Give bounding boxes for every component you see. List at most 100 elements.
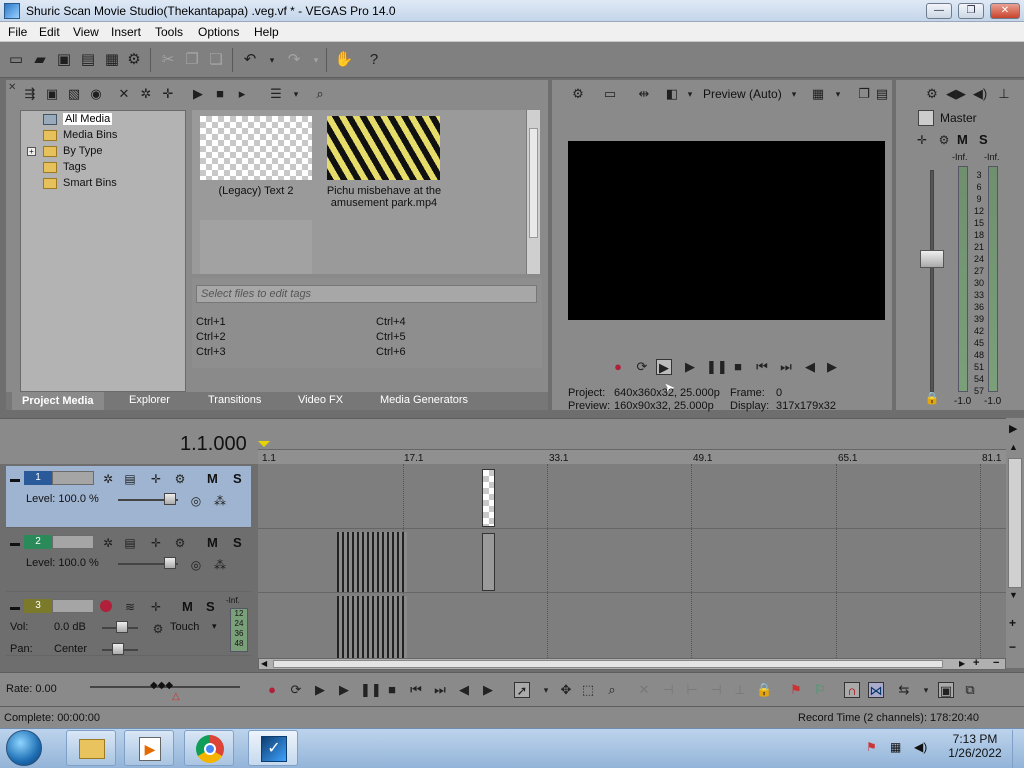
touch-dropdown-icon[interactable]: ▾ (212, 621, 217, 632)
track-1-name[interactable] (52, 471, 94, 485)
search-icon[interactable]: ⌕ (310, 84, 330, 104)
track-fx-icon[interactable]: ▤ (120, 533, 140, 553)
fader-lock-icon[interactable]: 🔒 (922, 388, 942, 408)
tab-transitions[interactable]: Transitions (208, 394, 261, 406)
overlays-dropdown-icon[interactable]: ▾ (828, 84, 848, 104)
track-2-mute-button[interactable]: M (207, 535, 218, 550)
tab-media-generators[interactable]: Media Generators (380, 394, 468, 406)
text-event-clip[interactable] (482, 469, 495, 527)
track-fx-icon[interactable]: ▤ (120, 469, 140, 489)
media-fx-icon[interactable]: ✲ (136, 84, 156, 104)
start-button[interactable] (6, 730, 42, 766)
open-folder-icon[interactable]: ▰ (30, 50, 50, 70)
mixer-properties-icon[interactable]: ⚙ (922, 84, 942, 104)
tree-media-bins[interactable]: Media Bins (43, 129, 117, 141)
auto-preview-icon[interactable]: ▸ (232, 84, 252, 104)
auto-crossfade-icon[interactable]: ⋈ (868, 682, 884, 698)
scroll-up-icon[interactable]: ▲ (1009, 442, 1021, 454)
snapping-icon[interactable]: ∩ (844, 682, 860, 698)
external-monitor-icon[interactable]: ▭ (600, 84, 620, 104)
scroll-right-icon[interactable]: ▶ (959, 659, 965, 668)
downmix-icon[interactable]: ◀▶ (946, 84, 966, 104)
track-3-name[interactable] (52, 599, 94, 613)
plugin-chain-icon[interactable]: ✛ (158, 84, 178, 104)
track-automation-icon[interactable]: ✛ (146, 469, 166, 489)
pause-icon[interactable]: ❚❚ (360, 682, 382, 698)
capture-icon[interactable]: ▣ (42, 84, 62, 104)
thumb-pichu-video[interactable] (327, 116, 440, 180)
copy-icon[interactable]: ❐ (182, 50, 202, 70)
copy-snapshot-icon[interactable]: ❐ (854, 84, 874, 104)
compositing-child-icon[interactable]: ◎ (186, 491, 206, 511)
insert-region-icon[interactable]: ⚐ (812, 682, 828, 698)
stop-icon[interactable]: ■ (730, 359, 746, 375)
panel-close-icon[interactable]: ✕ (8, 82, 20, 94)
master-mute-button[interactable]: M (957, 132, 968, 147)
stop-media-icon[interactable]: ■ (210, 84, 230, 104)
preview-properties-icon[interactable]: ⚙ (568, 84, 588, 104)
cursor-marker-icon[interactable] (258, 441, 270, 447)
track-1-solo-button[interactable]: S (233, 471, 242, 486)
master-fx-icon[interactable]: ⚙ (934, 130, 954, 150)
import-media-icon[interactable]: ⇶ (20, 84, 40, 104)
time-ruler[interactable] (258, 449, 1006, 465)
volume-icon[interactable]: ◀) (914, 740, 928, 754)
vegas-taskbar-button[interactable]: ✓ (248, 730, 298, 766)
undo-icon[interactable]: ↶ (240, 50, 260, 70)
chrome-taskbar-button[interactable] (184, 730, 234, 766)
thumb-legacy-text[interactable] (200, 116, 312, 180)
redo-dropdown-icon[interactable]: ▾ (306, 50, 326, 70)
track-fx-icon[interactable]: ≋ (120, 597, 140, 617)
tab-explorer[interactable]: Explorer (129, 394, 170, 406)
expand-toggle-icon[interactable]: + (27, 147, 36, 156)
shortcut-ctrl-6[interactable]: Ctrl+6 (376, 346, 406, 358)
file-explorer-taskbar-button[interactable] (66, 730, 116, 766)
next-frame-icon[interactable]: ▶ (480, 682, 496, 698)
trim-icon[interactable]: ⊣ (660, 682, 676, 698)
master-fader-track[interactable] (930, 170, 934, 392)
pause-icon[interactable]: ❚❚ (706, 359, 728, 375)
mixer-routing-icon[interactable]: ⊥ (994, 84, 1014, 104)
shortcut-ctrl-4[interactable]: Ctrl+4 (376, 316, 406, 328)
compositing-parent-icon[interactable]: ⁂ (210, 491, 230, 511)
minimize-track-icon[interactable]: ▬ (10, 538, 20, 549)
preview-quality-dropdown-icon[interactable]: ▾ (784, 84, 804, 104)
whats-this-help-icon[interactable]: ? (364, 50, 384, 70)
go-to-end-icon[interactable]: ⏭ (778, 359, 794, 375)
track-2-event-clip[interactable] (482, 533, 495, 591)
network-error-icon[interactable]: ⚑ (866, 740, 880, 754)
save-as-icon[interactable]: ▤ (78, 50, 98, 70)
track-1-header[interactable]: ▬ 1 ✲ ▤ ✛ ⚙ M S Level: 100.0 % ◎ ⁂ (6, 466, 251, 528)
split-screen-icon[interactable]: ⇹ (634, 84, 654, 104)
close-button[interactable]: ✕ (990, 3, 1020, 19)
pan-slider-knob[interactable] (112, 643, 124, 655)
automation-gear-icon[interactable]: ⚙ (148, 619, 168, 639)
trim-start-icon[interactable]: ⊢ (684, 682, 700, 698)
menu-file[interactable]: File (8, 25, 27, 39)
track-automation-icon[interactable]: ✛ (146, 533, 166, 553)
menu-help[interactable]: Help (254, 25, 279, 39)
ripple-dropdown-icon[interactable]: ▾ (918, 682, 934, 698)
undo-dropdown-icon[interactable]: ▾ (262, 50, 282, 70)
preview-quality[interactable]: Preview (Auto) (703, 87, 782, 101)
vol-slider-knob[interactable] (116, 621, 128, 633)
video-fx-dropdown-icon[interactable]: ▾ (680, 84, 700, 104)
media-player-taskbar-button[interactable]: ▶ (124, 730, 174, 766)
compositing-parent-icon[interactable]: ⁂ (210, 555, 230, 575)
video-event-clip[interactable] (337, 532, 407, 592)
minimize-button[interactable]: — (926, 3, 952, 19)
loop-playback-icon[interactable]: ⟳ (634, 359, 650, 375)
track-2-name[interactable] (52, 535, 94, 549)
mixer-audio-icon[interactable]: ◀) (970, 84, 990, 104)
play-icon[interactable]: ▶ (336, 682, 352, 698)
vegas-app-icon[interactable] (4, 3, 20, 19)
web-icon[interactable]: ◉ (86, 84, 106, 104)
go-to-start-icon[interactable]: ⏮ (754, 359, 770, 375)
tree-all-media[interactable]: All Media (43, 113, 113, 125)
play-from-start-icon[interactable]: ▶ (656, 359, 672, 375)
maximize-button[interactable]: ❐ (958, 3, 984, 19)
go-to-start-icon[interactable]: ⏮ (408, 682, 424, 698)
track-motion-icon[interactable]: ✲ (98, 533, 118, 553)
track-3-header[interactable]: ▬ 3 ≋ ✛ M S -Inf. 12 24 36 48 Vol: 0.0 d… (6, 594, 251, 656)
track-3-mute-button[interactable]: M (182, 599, 193, 614)
